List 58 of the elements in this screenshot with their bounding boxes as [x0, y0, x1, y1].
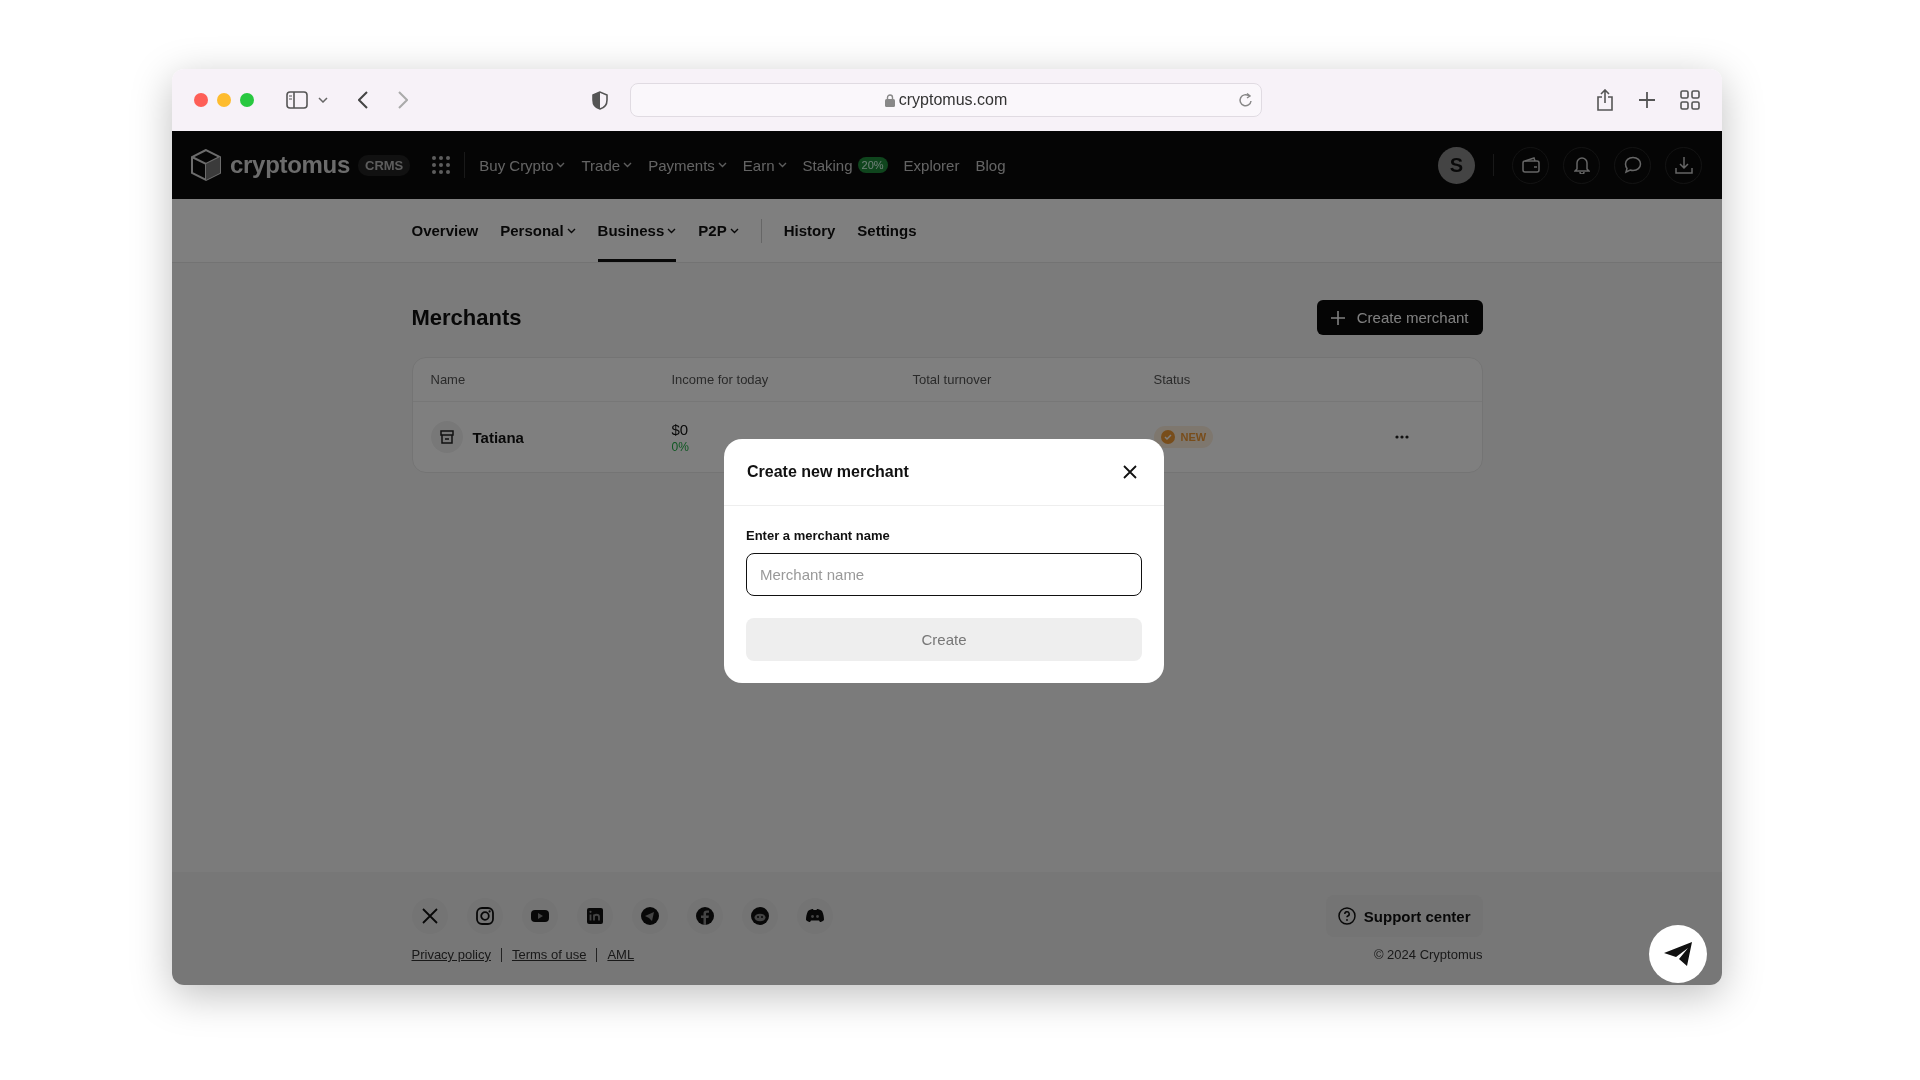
reload-icon[interactable]: [1238, 92, 1253, 108]
section-tab[interactable]: P2P: [698, 199, 739, 262]
new-tab-icon[interactable]: [1638, 91, 1656, 109]
user-avatar[interactable]: S: [1438, 146, 1475, 184]
tab-overview-icon[interactable]: [1680, 90, 1700, 110]
create-merchant-button[interactable]: Create merchant: [1316, 300, 1483, 335]
section-tab[interactable]: Personal: [500, 199, 576, 262]
plus-icon: [1330, 310, 1345, 325]
paper-plane-icon: [1663, 941, 1693, 967]
nav-menu-item[interactable]: Staking 20%: [802, 156, 888, 174]
sidebar-icon[interactable]: [286, 91, 308, 109]
nav-menu-item[interactable]: Buy Crypto: [479, 156, 566, 174]
back-icon[interactable]: [358, 91, 368, 109]
bell-icon: [1573, 156, 1590, 174]
url-text: cryptomus.com: [898, 91, 1008, 109]
column-header: Status: [1153, 372, 1192, 387]
page-title: Merchants: [411, 304, 522, 331]
apps-grid-icon[interactable]: [432, 156, 451, 174]
wallet-icon: [1521, 157, 1540, 173]
column-header: Income for today: [671, 372, 770, 387]
lock-icon: [884, 93, 895, 107]
nav-menu-item[interactable]: Trade: [581, 156, 633, 174]
footer-link[interactable]: AML: [607, 947, 635, 962]
nav-menu-item[interactable]: Earn: [742, 156, 787, 174]
income-amount: $0: [671, 420, 690, 438]
merchant-name-field[interactable]: Merchant name: [746, 553, 1142, 596]
column-header: Name: [430, 372, 467, 387]
section-tab[interactable]: Settings: [857, 199, 917, 262]
store-icon: [430, 421, 463, 453]
merchant-name[interactable]: Tatiana: [472, 428, 524, 446]
footer-link[interactable]: Terms of use: [511, 947, 587, 962]
field-label: Enter a merchant name: [746, 528, 891, 543]
close-window-button[interactable]: [194, 93, 208, 107]
product-badge: CRMS: [358, 154, 411, 176]
percent-badge: 20%: [857, 157, 888, 173]
nav-menu-item[interactable]: Blog: [975, 156, 1006, 174]
share-icon[interactable]: [1596, 89, 1614, 111]
copyright-text: © 2024 Cryptomus: [1373, 947, 1483, 962]
section-tab[interactable]: Overview: [411, 199, 479, 262]
address-bar[interactable]: cryptomus.com: [630, 83, 1262, 117]
cube-logo-icon: [190, 148, 222, 182]
shield-icon[interactable]: [592, 90, 608, 110]
column-header: Total turnover: [912, 372, 993, 387]
logo-text[interactable]: cryptomus: [230, 151, 350, 179]
help-icon: [1337, 907, 1356, 925]
status-badge: NEW: [1153, 426, 1214, 448]
nav-menu-item[interactable]: Payments: [648, 156, 727, 174]
speech-bubble-icon: [1623, 156, 1642, 174]
dialog-title: Create new merchant: [747, 463, 909, 481]
close-icon[interactable]: [1123, 465, 1137, 479]
footer-link[interactable]: Privacy policy: [411, 947, 491, 962]
income-change: 0%: [671, 439, 690, 454]
nav-menu-item[interactable]: Explorer: [903, 156, 960, 174]
section-tab[interactable]: Business: [597, 199, 677, 262]
download-icon: [1674, 156, 1693, 174]
section-tab[interactable]: History: [783, 199, 836, 262]
caret-icon[interactable]: [318, 97, 328, 103]
more-options-icon[interactable]: [1394, 435, 1409, 439]
